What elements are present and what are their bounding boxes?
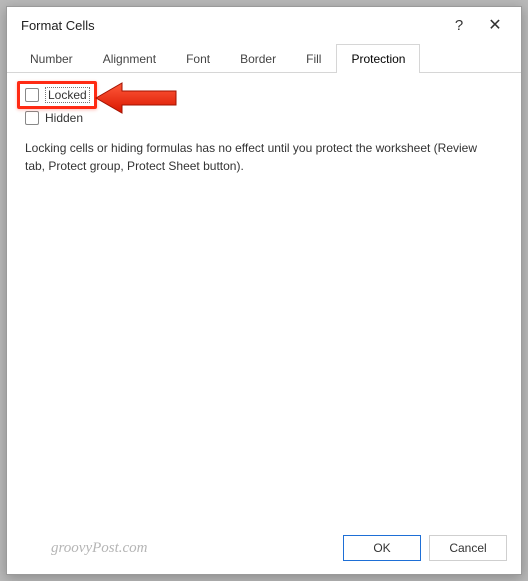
close-button[interactable]: ✕: [477, 15, 513, 35]
tab-protection[interactable]: Protection: [336, 44, 420, 73]
help-button[interactable]: ?: [441, 17, 477, 34]
watermark: groovyPost.com: [21, 540, 335, 557]
locked-row: Locked: [25, 87, 503, 103]
locked-label[interactable]: Locked: [45, 87, 90, 103]
hidden-checkbox[interactable]: [25, 111, 39, 125]
tabs: Number Alignment Font Border Fill Protec…: [7, 43, 521, 73]
ok-button[interactable]: OK: [343, 535, 421, 561]
tab-fill[interactable]: Fill: [291, 44, 336, 73]
tab-font[interactable]: Font: [171, 44, 225, 73]
tab-number[interactable]: Number: [15, 44, 88, 73]
content-area: Locked Hidden Locking cells or hiding fo…: [7, 73, 521, 522]
cancel-button[interactable]: Cancel: [429, 535, 507, 561]
tab-alignment[interactable]: Alignment: [88, 44, 171, 73]
protection-description: Locking cells or hiding formulas has no …: [25, 139, 495, 175]
footer: groovyPost.com OK Cancel: [7, 522, 521, 574]
titlebar: Format Cells ? ✕: [7, 7, 521, 43]
format-cells-dialog: Format Cells ? ✕ Number Alignment Font B…: [6, 6, 522, 575]
locked-checkbox[interactable]: [25, 88, 39, 102]
dialog-title: Format Cells: [21, 18, 441, 33]
tab-border[interactable]: Border: [225, 44, 291, 73]
hidden-label[interactable]: Hidden: [45, 111, 83, 125]
hidden-row: Hidden: [25, 111, 503, 125]
